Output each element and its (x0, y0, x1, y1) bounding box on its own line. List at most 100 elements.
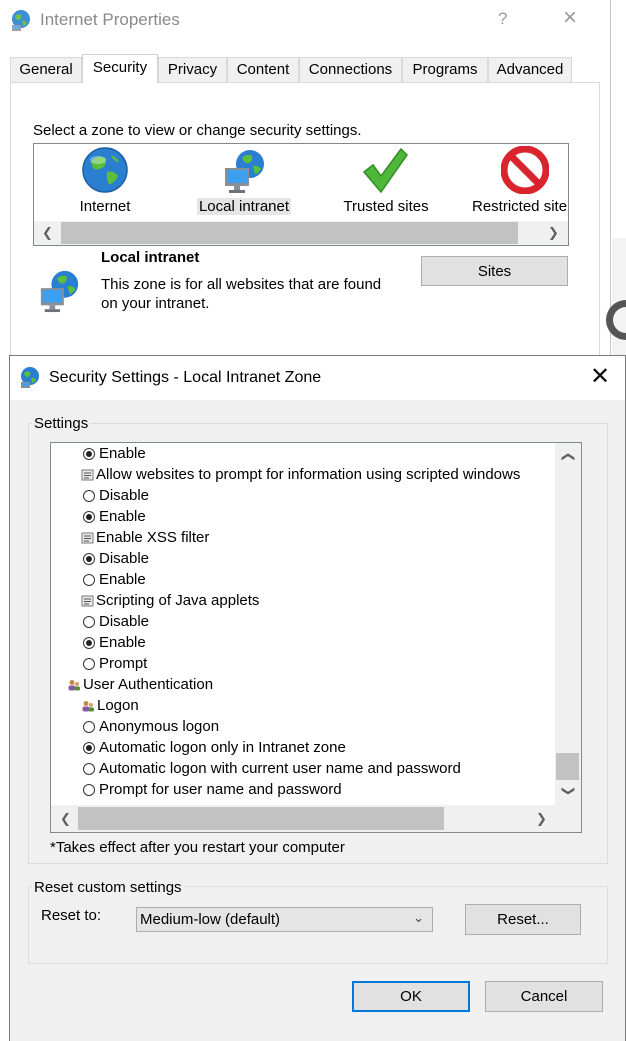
tab-content[interactable]: Content (227, 57, 299, 82)
scroll-thumb[interactable] (78, 807, 444, 830)
tree-item-label: Scripting of Java applets (96, 592, 260, 609)
scroll-left-icon[interactable]: ❮ (42, 225, 53, 241)
close-button[interactable]: ✕ (590, 364, 610, 390)
zone-list: Internet Local intranet Trusted sites Re… (33, 143, 569, 246)
category-row: User Authentication (67, 674, 213, 695)
scroll-up-icon[interactable]: ❮ (560, 452, 576, 463)
setting-icon (81, 595, 94, 606)
intranet-icon (225, 150, 264, 193)
radio-option[interactable]: Disable (83, 548, 149, 569)
scroll-corner (555, 805, 581, 832)
horizontal-scrollbar[interactable]: ❮ ❯ (51, 805, 555, 832)
radio-unchecked[interactable] (83, 573, 95, 586)
radio-unchecked[interactable] (83, 615, 95, 628)
reset-to-select[interactable]: Medium-low (default) ⌄ (136, 907, 433, 932)
radio-checked[interactable] (83, 447, 95, 460)
zone-info-description: This zone is for all websites that are f… (101, 276, 382, 312)
radio-option[interactable]: Prompt (83, 653, 147, 674)
radio-unchecked[interactable] (83, 762, 95, 775)
tab-connections[interactable]: Connections (299, 57, 402, 82)
tree-item-label: Enable XSS filter (96, 529, 210, 546)
tree-item-label: Enable (99, 571, 146, 588)
users-icon (82, 700, 94, 711)
radio-option[interactable]: Disable (83, 611, 149, 632)
security-settings-dialog: Security Settings - Local Intranet Zone … (9, 355, 626, 1041)
radio-option[interactable]: Automatic logon with current user name a… (83, 758, 461, 779)
ss-titlebar[interactable]: Security Settings - Local Intranet Zone … (10, 356, 625, 400)
settings-group-label: Settings (32, 415, 91, 432)
tree-item-label: Logon (97, 697, 139, 714)
cancel-button[interactable]: Cancel (485, 981, 603, 1012)
tab-programs[interactable]: Programs (402, 57, 488, 82)
tab-label: Content (236, 61, 290, 78)
zone-trusted-sites[interactable]: Trusted sites (333, 144, 439, 220)
radio-checked[interactable] (83, 510, 95, 523)
reset-group-label: Reset custom settings (32, 879, 184, 896)
zone-info-title: Local intranet (101, 249, 200, 266)
radio-option[interactable]: Anonymous logon (83, 716, 219, 737)
window-title: Internet Properties (40, 10, 180, 29)
settings-tree: Enable Allow websites to prompt for infor… (50, 442, 582, 833)
radio-unchecked[interactable] (83, 783, 95, 796)
zone-label: Internet (79, 198, 131, 215)
tree-item-label: Enable (99, 508, 146, 525)
radio-option[interactable]: Enable (83, 443, 146, 464)
radio-checked[interactable] (83, 552, 95, 565)
radio-option[interactable]: Automatic logon only in Intranet zone (83, 737, 346, 758)
tab-privacy[interactable]: Privacy (158, 57, 227, 82)
globe-icon (82, 147, 128, 193)
tree-item-label: Anonymous logon (99, 718, 220, 735)
tree-item-label: Allow websites to prompt for information… (96, 466, 521, 483)
ok-button[interactable]: OK (352, 981, 470, 1012)
scroll-down-icon[interactable]: ❯ (560, 786, 576, 797)
chevron-down-icon: ⌄ (413, 910, 424, 925)
setting-icon (81, 469, 94, 480)
tab-label: Advanced (496, 61, 564, 78)
tree-item-label: Enable (99, 445, 146, 462)
reset-button[interactable]: Reset... (465, 904, 581, 935)
intranet-icon (40, 270, 79, 313)
radio-checked[interactable] (83, 741, 95, 754)
radio-option[interactable]: Disable (83, 485, 149, 506)
ip-titlebar[interactable]: Internet Properties ? × (0, 0, 611, 42)
radio-option[interactable]: Prompt for user name and password (83, 779, 342, 800)
restart-note: *Takes effect after you restart your com… (50, 839, 345, 856)
radio-unchecked[interactable] (83, 489, 95, 502)
help-button[interactable]: ? (498, 9, 507, 29)
radio-option[interactable]: Enable (83, 632, 146, 653)
zone-label: Restricted site (472, 198, 568, 215)
scroll-left-icon[interactable]: ❮ (60, 811, 71, 827)
tab-security[interactable]: Security (82, 54, 158, 83)
tab-label: Privacy (167, 61, 218, 78)
zone-restricted-sites[interactable]: Restricted site (470, 144, 580, 220)
tree-item-label: Disable (99, 487, 150, 504)
zone-local-intranet[interactable]: Local intranet (191, 144, 297, 220)
radio-unchecked[interactable] (83, 720, 95, 733)
dialog-title: Security Settings - Local Intranet Zone (49, 369, 322, 386)
sites-button[interactable]: Sites (421, 256, 568, 286)
tab-general[interactable]: General (10, 57, 82, 82)
tree-item-label: Prompt for user name and password (99, 781, 342, 798)
tab-advanced[interactable]: Advanced (488, 57, 572, 82)
scroll-thumb[interactable] (556, 753, 579, 780)
scroll-thumb[interactable] (61, 222, 518, 244)
vertical-scrollbar[interactable]: ❮ ❯ (555, 443, 581, 805)
scroll-right-icon[interactable]: ❯ (548, 225, 559, 241)
internet-options-globe-icon (21, 367, 39, 388)
close-button[interactable]: × (563, 6, 577, 30)
tab-label: General (19, 61, 73, 78)
tree-item-label: Disable (99, 550, 150, 567)
zone-internet[interactable]: Internet (52, 144, 158, 220)
tab-label: Security (92, 59, 148, 76)
tree-item-label: Automatic logon only in Intranet zone (99, 739, 346, 756)
restricted-icon (501, 146, 549, 194)
radio-option[interactable]: Enable (83, 506, 146, 527)
radio-option[interactable]: Enable (83, 569, 146, 590)
tree-item-label: Disable (99, 613, 150, 630)
radio-checked[interactable] (83, 636, 95, 649)
zone-horizontal-scrollbar[interactable]: ❮ ❯ (34, 221, 568, 245)
internet-options-globe-icon (12, 10, 30, 31)
scroll-right-icon[interactable]: ❯ (536, 811, 547, 827)
background-window-edge (612, 238, 626, 358)
radio-unchecked[interactable] (83, 657, 95, 670)
